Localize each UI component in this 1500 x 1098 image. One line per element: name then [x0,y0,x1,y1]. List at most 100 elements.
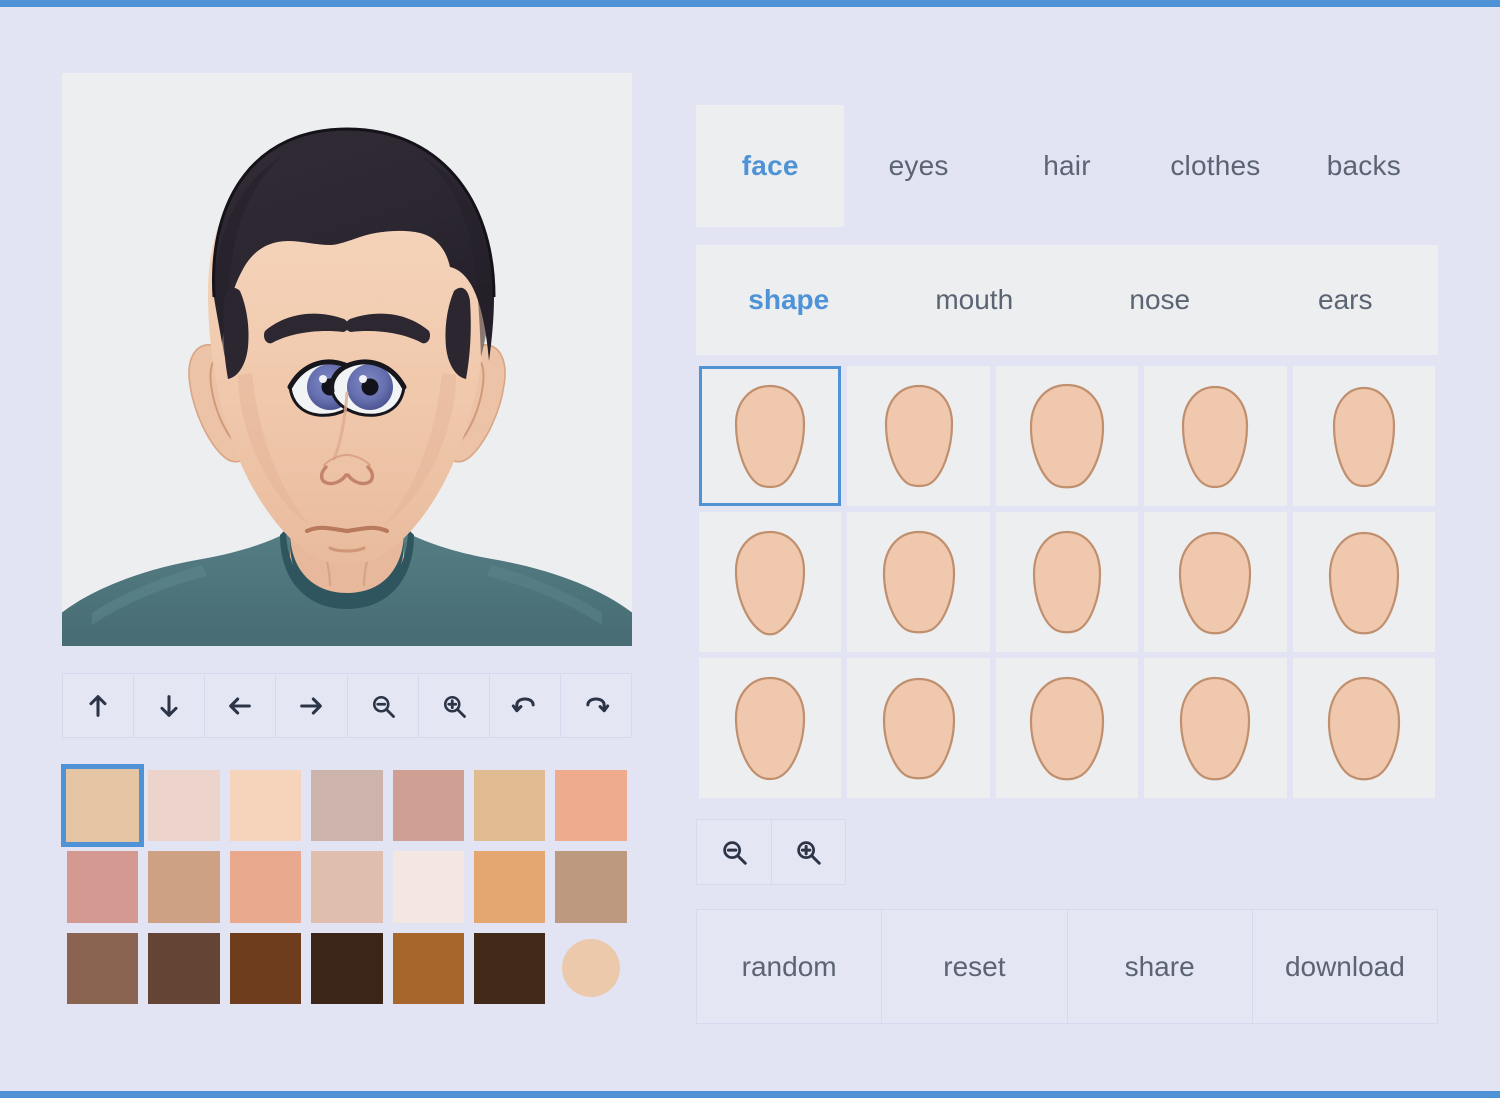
zoom-in-icon [797,841,821,865]
face-shape-8[interactable] [993,509,1141,655]
color-swatch-fill [392,770,464,842]
face-shape-2[interactable] [844,363,992,509]
face-shape-4[interactable] [1141,363,1289,509]
face-shape-icon [1029,383,1105,489]
face-shape-icon [735,530,806,636]
color-swatch[interactable] [306,846,387,927]
zoom-in-icon [443,695,466,718]
face-shape-3[interactable] [993,363,1141,509]
face-shape-15[interactable] [1290,655,1438,801]
color-swatch-fill [311,770,383,842]
zoom-out-button[interactable] [347,673,419,738]
face-shape-12[interactable] [844,655,992,801]
grid-zoom-out-button[interactable] [696,819,772,885]
tab-hair[interactable]: hair [993,105,1141,227]
shape-cell-inner [699,512,842,652]
color-swatch-fill [392,851,464,923]
shape-cell-inner [699,366,842,506]
face-shape-icon [1032,530,1102,634]
arrow-up-icon [89,694,107,717]
move-left-button[interactable] [205,673,277,738]
face-shape-icon [1182,385,1249,489]
subtab-mouth[interactable]: mouth [882,245,1068,355]
move-right-button[interactable] [276,673,348,738]
face-shape-icon [1328,531,1399,635]
color-swatch[interactable] [60,763,145,848]
move-down-button[interactable] [134,673,206,738]
skin-color-palette [60,763,632,1009]
shape-cell-inner [995,658,1139,798]
face-shape-11[interactable] [696,655,844,801]
face-shape-7[interactable] [844,509,992,655]
face-shape-13[interactable] [993,655,1141,801]
sub-tab-bar: shape mouth nose ears [696,245,1438,355]
tab-backs[interactable]: backs [1290,105,1438,227]
zoom-out-icon [372,695,395,718]
share-button[interactable]: share [1067,910,1253,1023]
reset-button[interactable]: reset [882,910,1068,1023]
zoom-in-button[interactable] [418,673,490,738]
face-shape-icon [882,530,955,634]
shape-cell-inner [847,366,990,506]
face-shape-icon [1179,531,1252,635]
shape-cell-inner [1144,512,1287,652]
face-shape-icon [1029,676,1105,781]
download-button[interactable]: download [1252,910,1437,1023]
face-shape-1[interactable] [696,363,844,509]
color-swatch[interactable] [143,928,224,1009]
preview-column [60,73,632,1009]
face-shape-icon [1327,676,1400,781]
shape-cell-inner [1292,512,1435,652]
shape-cell-inner [1292,366,1435,506]
face-shape-9[interactable] [1141,509,1289,655]
color-swatch[interactable] [143,765,224,846]
zoom-out-icon [723,841,747,865]
color-swatch[interactable] [469,928,550,1009]
color-swatch[interactable] [225,928,306,1009]
grid-zoom-in-button[interactable] [771,819,846,885]
face-shape-grid [696,363,1438,801]
color-swatch[interactable] [62,928,143,1009]
color-swatch[interactable] [143,846,224,927]
color-swatch[interactable] [550,846,631,927]
color-swatch[interactable] [62,846,143,927]
tab-eyes[interactable]: eyes [844,105,992,227]
subtab-nose[interactable]: nose [1067,245,1253,355]
color-swatch[interactable] [469,765,550,846]
main-tab-bar: face eyes hair clothes backs [696,105,1438,227]
undo-button[interactable] [489,673,561,738]
color-swatch[interactable] [225,846,306,927]
color-swatch[interactable] [550,765,631,846]
face-shape-10[interactable] [1290,509,1438,655]
color-swatch-fill [60,763,145,848]
face-shape-14[interactable] [1141,655,1289,801]
shape-cell-inner [995,366,1139,506]
color-swatch[interactable] [388,928,469,1009]
color-swatch[interactable] [225,765,306,846]
avatar-illustration [62,73,632,646]
face-shape-icon [735,676,806,781]
color-swatch[interactable] [469,846,550,927]
color-swatch-fill [311,932,383,1005]
color-swatch-fill [229,932,302,1005]
random-button[interactable]: random [697,910,883,1023]
face-shape-5[interactable] [1290,363,1438,509]
shape-cell-inner [1144,658,1287,798]
subtab-shape[interactable]: shape [696,245,882,355]
face-shape-icon [1180,676,1251,781]
subtab-ears[interactable]: ears [1253,245,1439,355]
color-swatch[interactable] [306,928,387,1009]
color-swatch-fill [148,770,220,842]
tab-face[interactable]: face [696,105,845,227]
tab-clothes[interactable]: clothes [1141,105,1289,227]
redo-button[interactable] [560,673,632,738]
face-shape-6[interactable] [696,509,844,655]
shape-cell-inner [995,512,1139,652]
color-swatch[interactable] [388,765,469,846]
color-swatch[interactable] [306,765,387,846]
color-swatch-fill [473,932,546,1005]
color-swatch[interactable] [388,846,469,927]
color-swatch-fill [555,770,627,842]
move-up-button[interactable] [62,673,135,738]
arrow-down-icon [160,694,178,717]
